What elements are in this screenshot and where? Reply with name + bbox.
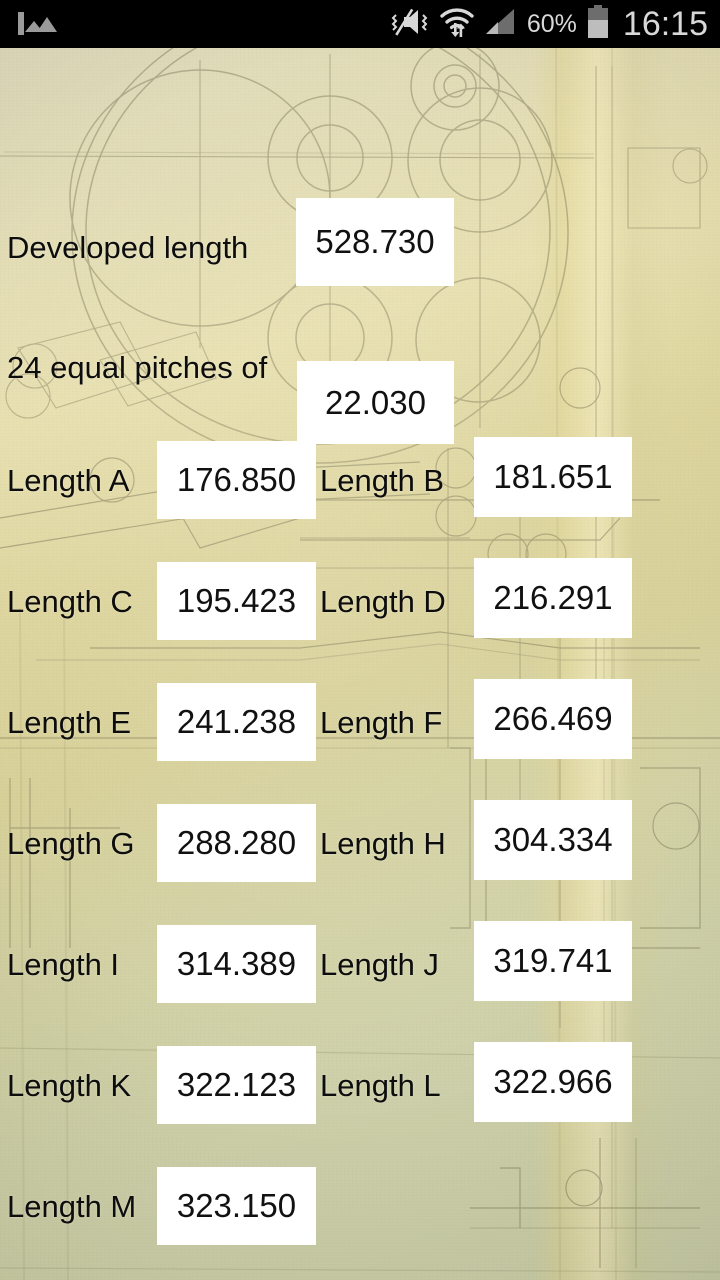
status-bar-clock: 16:15	[622, 4, 708, 43]
row-length-g-h: Length G 288.280 Length H 304.334	[0, 800, 720, 882]
length-a-label: Length A	[7, 463, 130, 498]
length-e-field[interactable]: 241.238	[157, 683, 316, 761]
row-length-m: Length M 323.150	[0, 1167, 720, 1245]
length-k-field[interactable]: 322.123	[157, 1046, 316, 1124]
length-h-label: Length H	[320, 826, 446, 861]
row-length-i-j: Length I 314.389 Length J 319.741	[0, 921, 720, 1003]
battery-percent-label: 60%	[526, 9, 577, 38]
developed-length-field[interactable]: 528.730	[296, 198, 454, 286]
length-l-label: Length L	[320, 1068, 441, 1103]
equal-pitches-field[interactable]: 22.030	[297, 361, 454, 444]
row-length-k-l: Length K 322.123 Length L 322.966	[0, 1042, 720, 1124]
status-bar-system-icons: 60% 16:15	[390, 4, 720, 44]
length-j-label: Length J	[320, 947, 439, 982]
cellular-signal-icon	[484, 7, 518, 42]
row-equal-pitches: 24 equal pitches of 22.030	[0, 318, 720, 444]
length-k-label: Length K	[7, 1068, 132, 1103]
length-l-field[interactable]: 322.966	[474, 1042, 632, 1122]
length-h-field[interactable]: 304.334	[474, 800, 632, 880]
row-length-e-f: Length E 241.238 Length F 266.469	[0, 679, 720, 761]
length-e-label: Length E	[7, 705, 132, 740]
length-c-field[interactable]: 195.423	[157, 562, 316, 640]
length-f-label: Length F	[320, 705, 443, 740]
length-f-field[interactable]: 266.469	[474, 679, 632, 759]
volume-mute-vibrate-icon	[390, 6, 430, 43]
developed-length-label: Developed length	[7, 230, 249, 265]
status-bar-notifications	[0, 12, 390, 35]
length-d-field[interactable]: 216.291	[474, 558, 632, 638]
length-g-field[interactable]: 288.280	[157, 804, 316, 882]
length-j-field[interactable]: 319.741	[474, 921, 632, 1001]
length-b-field[interactable]: 181.651	[474, 437, 632, 517]
length-c-label: Length C	[7, 584, 133, 619]
length-i-label: Length I	[7, 947, 120, 982]
length-d-label: Length D	[320, 584, 446, 619]
length-b-label: Length B	[320, 463, 445, 498]
row-developed-length: Developed length 528.730	[0, 198, 720, 294]
equal-pitches-label: 24 equal pitches of	[7, 350, 268, 385]
length-m-field[interactable]: 323.150	[157, 1167, 316, 1245]
phone-screen: 60% 16:15 Developed length 528.730 24 eq…	[0, 0, 720, 1280]
length-g-label: Length G	[7, 826, 135, 861]
row-length-a-b: Length A 176.850 Length B 181.651	[0, 437, 720, 519]
developed-length-form: Developed length 528.730 24 equal pitche…	[0, 48, 720, 1280]
length-a-field[interactable]: 176.850	[157, 441, 316, 519]
length-i-field[interactable]: 314.389	[157, 925, 316, 1003]
photo-icon	[18, 12, 24, 35]
battery-icon	[586, 4, 610, 44]
length-m-label: Length M	[7, 1189, 137, 1224]
row-length-c-d: Length C 195.423 Length D 216.291	[0, 558, 720, 640]
wifi-data-transfer-icon	[439, 6, 475, 43]
status-bar: 60% 16:15	[0, 0, 720, 48]
